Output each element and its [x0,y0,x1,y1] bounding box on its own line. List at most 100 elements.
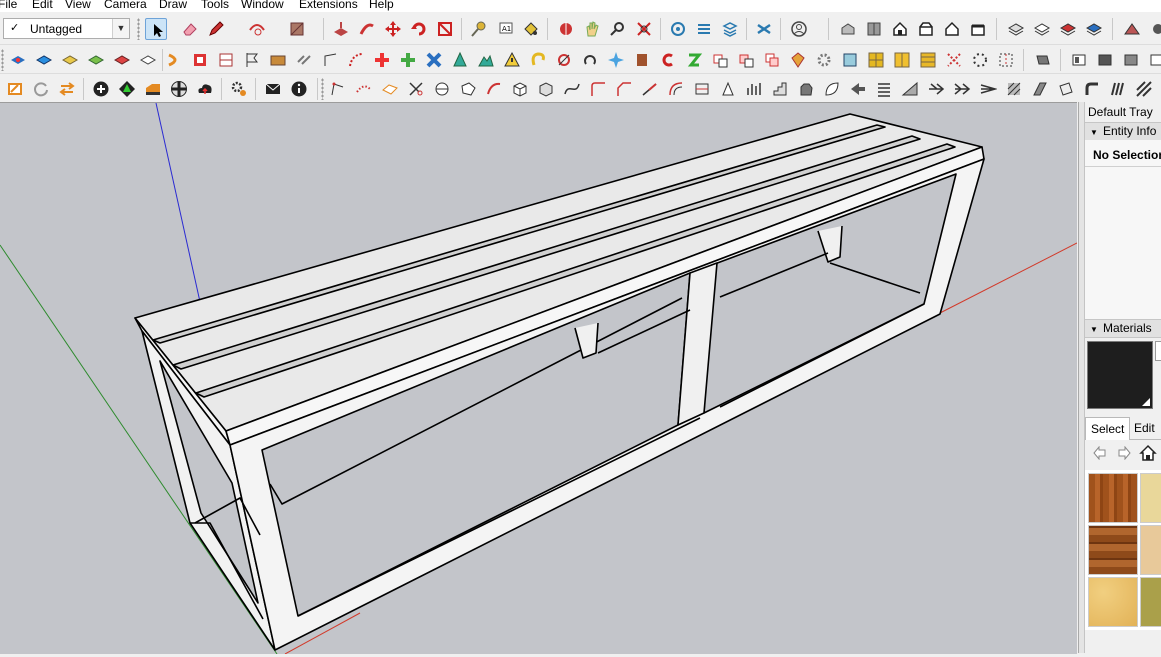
select-tool-button[interactable] [145,18,167,40]
ext-row3-tool-30[interactable] [821,78,843,100]
ext-row3-tool-21[interactable] [587,78,609,100]
ext-tool-34[interactable] [865,49,887,71]
menu-draw[interactable]: Draw [159,0,187,12]
ext-tool-16[interactable] [397,49,419,71]
paint-bucket-button[interactable] [520,18,542,40]
material-swatch[interactable] [1140,473,1161,523]
ext-tool-1[interactable] [7,49,29,71]
iso-view-button[interactable] [837,18,859,40]
tab-edit[interactable]: Edit [1129,417,1160,439]
ext-row3-tool-41[interactable] [1107,78,1129,100]
ext-row3-tool-37[interactable] [1003,78,1025,100]
ext-tool-20[interactable] [501,49,523,71]
ext-tool-3[interactable] [59,49,81,71]
dimension-button[interactable]: A1 [494,18,516,40]
ext-row3-tool-39[interactable] [1055,78,1077,100]
rectangle-tool-button[interactable] [286,18,308,40]
ext-tool-17[interactable] [423,49,445,71]
scale-tool-button[interactable] [434,18,456,40]
current-material-swatch[interactable] [1087,341,1153,409]
toolbar-grip[interactable] [321,78,324,100]
ext-tool-8[interactable] [189,49,211,71]
top-view-button[interactable] [863,18,885,40]
ext-row3-tool-19[interactable] [535,78,557,100]
warehouse-button[interactable] [667,18,689,40]
ext-tool-36[interactable] [917,49,939,71]
ext-row3-tool-42[interactable] [1133,78,1155,100]
move-tool-button[interactable] [382,18,404,40]
back-arrow-icon[interactable] [1093,446,1107,460]
layers-button[interactable] [719,18,741,40]
orbit-button[interactable] [555,18,577,40]
ext-row3-tool-14[interactable] [405,78,427,100]
shaded-style-button[interactable] [1057,18,1079,40]
ext-row3-tool-9[interactable] [228,78,250,100]
ext-row3-tool-38[interactable] [1029,78,1051,100]
ext-tool-29[interactable] [735,49,757,71]
menu-help[interactable]: Help [369,0,394,12]
wireframe-style-button[interactable] [1031,18,1053,40]
zoom-extents-button[interactable] [633,18,655,40]
ext-tool-43[interactable] [1120,49,1142,71]
ext-row3-tool-29[interactable] [795,78,817,100]
ext-tool-7[interactable] [163,49,185,71]
ext-row3-tool-18[interactable] [509,78,531,100]
forward-arrow-icon[interactable] [1117,446,1131,460]
ext-tool-38[interactable] [969,49,991,71]
ext-row3-tool-23[interactable] [639,78,661,100]
arc-tool-button[interactable] [246,18,268,40]
ext-tool-12[interactable] [293,49,315,71]
ext-row3-tool-11[interactable] [327,78,349,100]
ext-tool-30[interactable] [761,49,783,71]
ext-tool-21[interactable] [527,49,549,71]
chevron-down-icon[interactable]: ▼ [112,19,129,38]
textured-style-button[interactable] [1083,18,1105,40]
menu-camera[interactable]: Camera [104,0,147,12]
ext-tool-41[interactable] [1068,49,1090,71]
material-swatch[interactable] [1088,473,1138,523]
ext-row3-tool-27[interactable] [743,78,765,100]
ext-tool-11[interactable] [267,49,289,71]
ext-row3-tool-22[interactable] [613,78,635,100]
follow-me-button[interactable] [356,18,378,40]
pencil-tool-button[interactable] [205,18,227,40]
sandbox-button[interactable] [1121,18,1143,40]
push-pull-button[interactable] [330,18,352,40]
material-swatch[interactable] [1140,525,1161,575]
ext-tool-5[interactable] [111,49,133,71]
menu-window[interactable]: Window [241,0,284,12]
ext-tool-35[interactable] [891,49,913,71]
ext-tool-15[interactable] [371,49,393,71]
ext-row3-tool-32[interactable] [873,78,895,100]
materials-header[interactable]: ▼ Materials [1085,319,1161,338]
bench-model-drawing[interactable] [0,102,1078,655]
ext-tool-40[interactable] [1032,49,1054,71]
ext-tool-19[interactable] [475,49,497,71]
ext-row3-tool-3[interactable] [56,78,78,100]
eraser-tool-button[interactable] [179,18,201,40]
ext-row3-tool-10[interactable] [262,78,284,100]
ext-row3-tool-34[interactable] [925,78,947,100]
ext-tool-42[interactable] [1094,49,1116,71]
ext-tool-24[interactable] [605,49,627,71]
entity-info-header[interactable]: ▼ Entity Info [1085,122,1161,141]
ext-tool-31[interactable] [787,49,809,71]
ext-row3-tool-4[interactable] [90,78,112,100]
xray-style-button[interactable] [1005,18,1027,40]
ext-tool-27[interactable] [683,49,705,71]
ext-row3-tool-31[interactable] [847,78,869,100]
ext-tool-10[interactable] [241,49,263,71]
ext-row3-tool-36[interactable] [977,78,999,100]
right-view-button[interactable] [915,18,937,40]
ext-row3-tool-16[interactable] [457,78,479,100]
ext-row3-tool-40[interactable] [1081,78,1103,100]
left-view-button[interactable] [967,18,989,40]
menu-view[interactable]: View [65,0,91,12]
ext-tool-13[interactable] [319,49,341,71]
account-button[interactable] [788,18,810,40]
ext-tool-18[interactable] [449,49,471,71]
ext-tool-25[interactable] [631,49,653,71]
more-button[interactable] [1147,18,1161,40]
menu-edit[interactable]: Edit [32,0,53,12]
ext-tool-22[interactable] [553,49,575,71]
